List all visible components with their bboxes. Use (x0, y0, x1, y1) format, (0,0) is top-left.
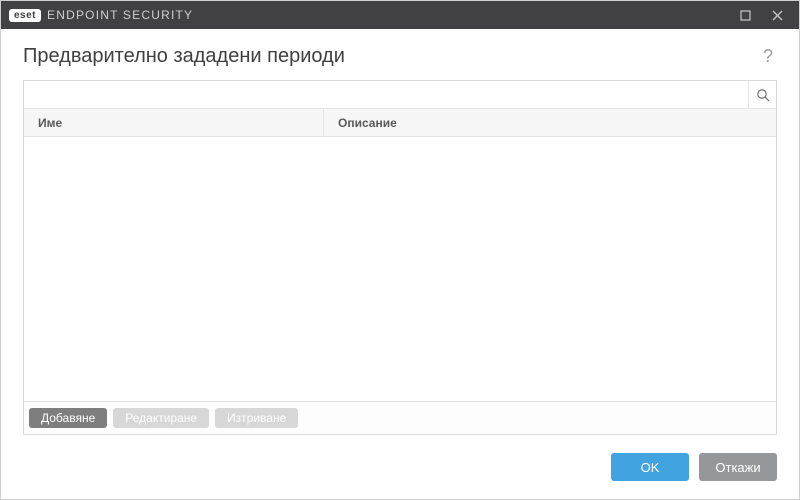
list-panel: Име Описание Добавяне Редактиране Изтрив… (23, 80, 777, 435)
add-button[interactable]: Добавяне (29, 408, 107, 428)
search-icon (756, 88, 770, 102)
cancel-button[interactable]: Откажи (699, 453, 777, 481)
close-icon (772, 10, 783, 21)
delete-button: Изтриване (215, 408, 298, 428)
app-window: eset ENDPOINT SECURITY Предварително зад… (0, 0, 800, 500)
search-input[interactable] (24, 81, 748, 108)
edit-button: Редактиране (113, 408, 209, 428)
brand-text: ENDPOINT SECURITY (47, 8, 193, 22)
titlebar: eset ENDPOINT SECURITY (1, 1, 799, 29)
search-button[interactable] (748, 81, 776, 108)
maximize-icon (740, 10, 751, 21)
ok-button[interactable]: OK (611, 453, 689, 481)
table-header: Име Описание (24, 109, 776, 137)
search-row (24, 81, 776, 109)
action-bar: Добавяне Редактиране Изтриване (24, 401, 776, 434)
page-title: Предварително зададени периоди (23, 45, 759, 68)
help-button[interactable]: ? (759, 46, 777, 67)
brand-badge: eset (9, 9, 41, 22)
close-button[interactable] (761, 1, 793, 29)
page-header: Предварително зададени периоди ? (1, 29, 799, 80)
content-area: Име Описание Добавяне Редактиране Изтрив… (1, 80, 799, 435)
column-header-description[interactable]: Описание (324, 109, 776, 136)
table-body[interactable] (24, 137, 776, 401)
dialog-footer: OK Откажи (1, 435, 799, 499)
maximize-button[interactable] (729, 1, 761, 29)
column-header-name[interactable]: Име (24, 109, 324, 136)
